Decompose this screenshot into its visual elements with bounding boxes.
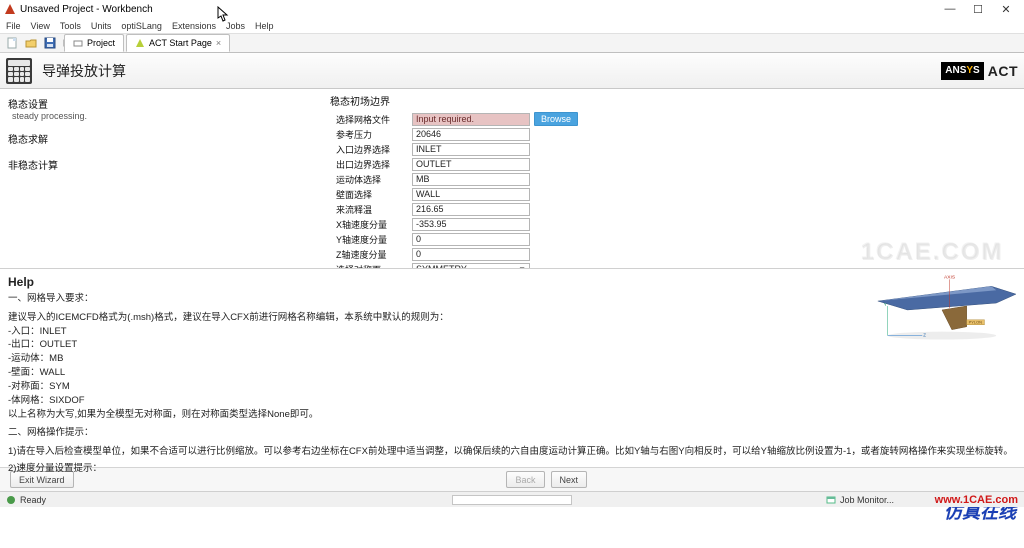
help-p10: 2)速度分量设置提示： [8, 463, 1016, 476]
site-url: www.1CAE.com [935, 494, 1018, 506]
ansys-logo: ANSYS [941, 62, 983, 80]
menu-extensions[interactable]: Extensions [172, 21, 216, 31]
menu-tools[interactable]: Tools [60, 21, 81, 31]
maximize-button[interactable]: ☐ [964, 2, 992, 16]
label-mesh-file: 选择网格文件 [330, 113, 412, 126]
close-button[interactable]: ✕ [992, 2, 1020, 16]
label-wall: 壁面选择 [330, 188, 412, 201]
status-ready-label: Ready [20, 495, 46, 505]
help-h2: 二、网格操作提示： [8, 427, 1016, 440]
label-ref-pressure: 参考压力 [330, 128, 412, 141]
tab-act-start[interactable]: ACT Start Page × [126, 34, 230, 52]
help-p9: 1)请在导入后检查模型单位，如果不合适可以进行比例缩放。可以参考右边坐标在CFX… [8, 446, 1016, 459]
tab-act-label: ACT Start Page [149, 38, 212, 48]
minimize-button[interactable]: — [936, 2, 964, 16]
field-ref-pressure[interactable]: 20646 [412, 128, 530, 141]
work-area: 稳态设置 steady processing. 稳态求解 非稳态计算 稳态初场边… [0, 89, 1024, 269]
chevron-down-icon: ▼ [518, 264, 526, 269]
help-p2: -入口：INLET [8, 326, 1016, 339]
status-ready-icon [6, 495, 16, 505]
field-x-velocity[interactable]: -353.95 [412, 218, 530, 231]
field-freestream-temp[interactable]: 216.65 [412, 203, 530, 216]
tab-close-icon[interactable]: × [216, 38, 221, 48]
help-p7: -体网格：SIXDOF [8, 395, 1016, 408]
field-outlet[interactable]: OUTLET [412, 158, 530, 171]
help-panel: Help 一、网格导入要求： 建议导入的ICEMCFD格式为(.msh)格式，建… [0, 269, 1024, 467]
model-illustration: AXIS PYLON Y Z [868, 271, 1016, 341]
menu-file[interactable]: File [6, 21, 21, 31]
app-icon [4, 3, 16, 15]
help-p3: -出口：OUTLET [8, 339, 1016, 352]
step-sidebar: 稳态设置 steady processing. 稳态求解 非稳态计算 [0, 89, 330, 268]
field-symmetry-value: SYMMETRY [416, 264, 467, 269]
form-pane: 稳态初场边界 选择网格文件 Input required. Browse 参考压… [330, 89, 1024, 268]
act-tab-icon [135, 38, 145, 48]
svg-text:AXIS: AXIS [944, 274, 956, 280]
label-y-velocity: Y轴速度分量 [330, 233, 412, 246]
window-title: Unsaved Project - Workbench [20, 4, 153, 15]
title-bar: Unsaved Project - Workbench — ☐ ✕ [0, 0, 1024, 18]
label-x-velocity: X轴速度分量 [330, 218, 412, 231]
tab-project-label: Project [87, 38, 115, 48]
menu-view[interactable]: View [31, 21, 50, 31]
sidebar-item-steady-sub: steady processing. [6, 111, 324, 124]
job-monitor-button[interactable]: Job Monitor... [826, 495, 894, 505]
field-symmetry-select[interactable]: SYMMETRY ▼ [412, 263, 530, 269]
help-p1: 建议导入的ICEMCFD格式为(.msh)格式，建议在导入CFX前进行网格名称编… [8, 312, 1016, 325]
status-bar: Ready Job Monitor... www.1CAE.com [0, 491, 1024, 507]
field-moving-body[interactable]: MB [412, 173, 530, 186]
label-freestream-temp: 来流释温 [330, 203, 412, 216]
label-inlet: 入口边界选择 [330, 143, 412, 156]
browse-button[interactable]: Browse [534, 112, 578, 126]
help-h1: 一、网格导入要求： [8, 293, 1016, 306]
page-title: 导弹投放计算 [42, 61, 126, 81]
field-wall[interactable]: WALL [412, 188, 530, 201]
label-moving-body: 运动体选择 [330, 173, 412, 186]
help-p5: -壁面：WALL [8, 367, 1016, 380]
calculator-icon [6, 58, 32, 84]
field-inlet[interactable]: INLET [412, 143, 530, 156]
job-monitor-label: Job Monitor... [840, 495, 894, 505]
help-p8: 以上名称为大写,如果为全模型无对称面，则在对称面类型选择None即可。 [8, 409, 1016, 422]
project-tab-icon [73, 38, 83, 48]
field-mesh-file[interactable]: Input required. [412, 113, 530, 126]
svg-text:Z: Z [923, 333, 926, 338]
new-icon[interactable] [4, 35, 20, 51]
open-icon[interactable] [23, 35, 39, 51]
sidebar-item-steady-solve[interactable]: 稳态求解 [6, 128, 324, 146]
label-outlet: 出口边界选择 [330, 158, 412, 171]
help-p4: -运动体：MB [8, 353, 1016, 366]
menu-units[interactable]: Units [91, 21, 112, 31]
sidebar-item-steady-settings[interactable]: 稳态设置 [6, 93, 324, 111]
menu-help[interactable]: Help [255, 21, 274, 31]
menu-bar: File View Tools Units optiSLang Extensio… [0, 18, 1024, 33]
svg-text:Y: Y [884, 302, 887, 307]
save-icon[interactable] [42, 35, 58, 51]
tab-project[interactable]: Project [64, 34, 124, 52]
field-y-velocity[interactable]: 0 [412, 233, 530, 246]
progress-bar [452, 495, 572, 505]
menu-optislang[interactable]: optiSLang [121, 21, 162, 31]
label-symmetry: 选择对称面 [330, 263, 412, 269]
help-p6: -对称面：SYM [8, 381, 1016, 394]
help-title: Help [8, 275, 1016, 289]
tab-strip: Project ACT Start Page × [60, 35, 1024, 53]
act-label: ACT [988, 63, 1018, 79]
svg-text:PYLON: PYLON [969, 320, 983, 325]
menu-jobs[interactable]: Jobs [226, 21, 245, 31]
act-header: 导弹投放计算 ANSYS ACT [0, 53, 1024, 89]
field-z-velocity[interactable]: 0 [412, 248, 530, 261]
section-steady-bc: 稳态初场边界 [330, 93, 1018, 108]
sidebar-item-unsteady[interactable]: 非稳态计算 [6, 154, 324, 172]
label-z-velocity: Z轴速度分量 [330, 248, 412, 261]
job-monitor-icon [826, 495, 836, 505]
